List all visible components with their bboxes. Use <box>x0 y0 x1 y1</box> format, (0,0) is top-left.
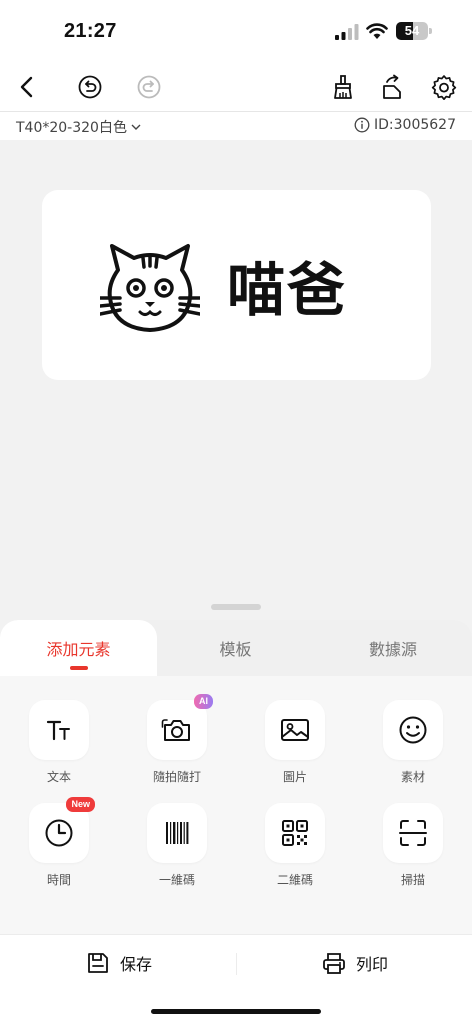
element-snap-print[interactable]: AI 隨拍隨打 <box>137 694 217 785</box>
smiley-icon <box>399 716 427 744</box>
camera-icon <box>161 719 190 741</box>
footer-divider <box>236 953 237 975</box>
redo-button[interactable] <box>136 74 162 100</box>
element-label: 二維碼 <box>276 873 313 887</box>
scan-icon <box>399 820 427 846</box>
element-label: 掃描 <box>400 873 425 887</box>
settings-button[interactable] <box>431 74 457 100</box>
element-text[interactable]: 文本 <box>19 700 99 785</box>
new-badge: New <box>66 797 95 812</box>
back-arrow-icon <box>20 76 33 98</box>
cellular-signal-icon <box>335 24 359 40</box>
wifi-icon <box>366 23 388 39</box>
rotate-icon <box>383 74 401 99</box>
element-label: 時間 <box>46 873 71 887</box>
gear-icon <box>431 75 457 100</box>
panel-tabs: 添加元素 模板 數據源 <box>0 620 472 676</box>
cat-face-icon[interactable] <box>100 240 200 340</box>
element-label: 文本 <box>46 770 71 784</box>
label-id-text: ID:3005627 <box>374 117 456 133</box>
element-label: 素材 <box>400 770 425 784</box>
element-label: 圖片 <box>282 770 307 784</box>
element-time[interactable]: New 時間 <box>19 797 99 888</box>
element-qr-code[interactable]: 二維碼 <box>255 803 335 888</box>
broom-icon <box>334 75 352 99</box>
chevron-down-icon <box>131 124 141 130</box>
save-label: 保存 <box>120 955 153 974</box>
printer-icon <box>323 953 345 974</box>
info-icon <box>354 117 370 133</box>
tab-add-element[interactable]: 添加元素 <box>0 620 157 676</box>
image-icon <box>281 719 309 741</box>
label-model: T40*20-320白色 <box>16 120 127 136</box>
back-button[interactable] <box>14 74 40 100</box>
print-label: 列印 <box>356 955 389 974</box>
home-indicator <box>151 1009 321 1014</box>
redo-icon <box>137 75 161 99</box>
editor-toolbar <box>0 62 472 112</box>
tab-data-source[interactable]: 數據源 <box>314 620 472 676</box>
print-button[interactable]: 列印 <box>322 951 388 975</box>
element-label: 一維碼 <box>158 873 195 887</box>
tab-template[interactable]: 模板 <box>157 620 314 676</box>
battery-indicator: 54 <box>396 22 432 40</box>
label-canvas[interactable]: 喵爸 <box>42 190 431 380</box>
label-id: ID:3005627 <box>354 117 456 133</box>
undo-icon <box>78 75 102 99</box>
element-material[interactable]: 素材 <box>373 700 453 785</box>
element-image[interactable]: 圖片 <box>255 700 335 785</box>
element-scan[interactable]: 掃描 <box>373 803 453 888</box>
label-text-element[interactable]: 喵爸 <box>227 245 347 335</box>
status-time: 21:27 <box>64 20 117 42</box>
undo-button[interactable] <box>77 74 103 100</box>
element-label: 隨拍隨打 <box>152 770 201 784</box>
label-model-selector[interactable]: T40*20-320白色 <box>16 117 142 137</box>
battery-level: 54 <box>404 23 420 38</box>
text-icon <box>46 720 70 741</box>
panel-drag-handle[interactable] <box>211 604 261 610</box>
rotate-button[interactable] <box>380 74 406 100</box>
qr-code-icon <box>282 820 308 846</box>
status-bar: 21:27 54 <box>0 0 472 62</box>
clock-icon <box>45 819 73 847</box>
ai-badge: AI <box>194 694 213 709</box>
bottom-action-bar: 保存 列印 <box>0 934 472 1024</box>
clear-canvas-button[interactable] <box>330 74 356 100</box>
label-info-bar: T40*20-320白色 ID:3005627 <box>0 112 472 140</box>
element-barcode[interactable]: 一維碼 <box>137 803 217 888</box>
save-button[interactable]: 保存 <box>86 951 152 975</box>
save-icon <box>88 953 108 973</box>
barcode-icon <box>166 822 189 844</box>
